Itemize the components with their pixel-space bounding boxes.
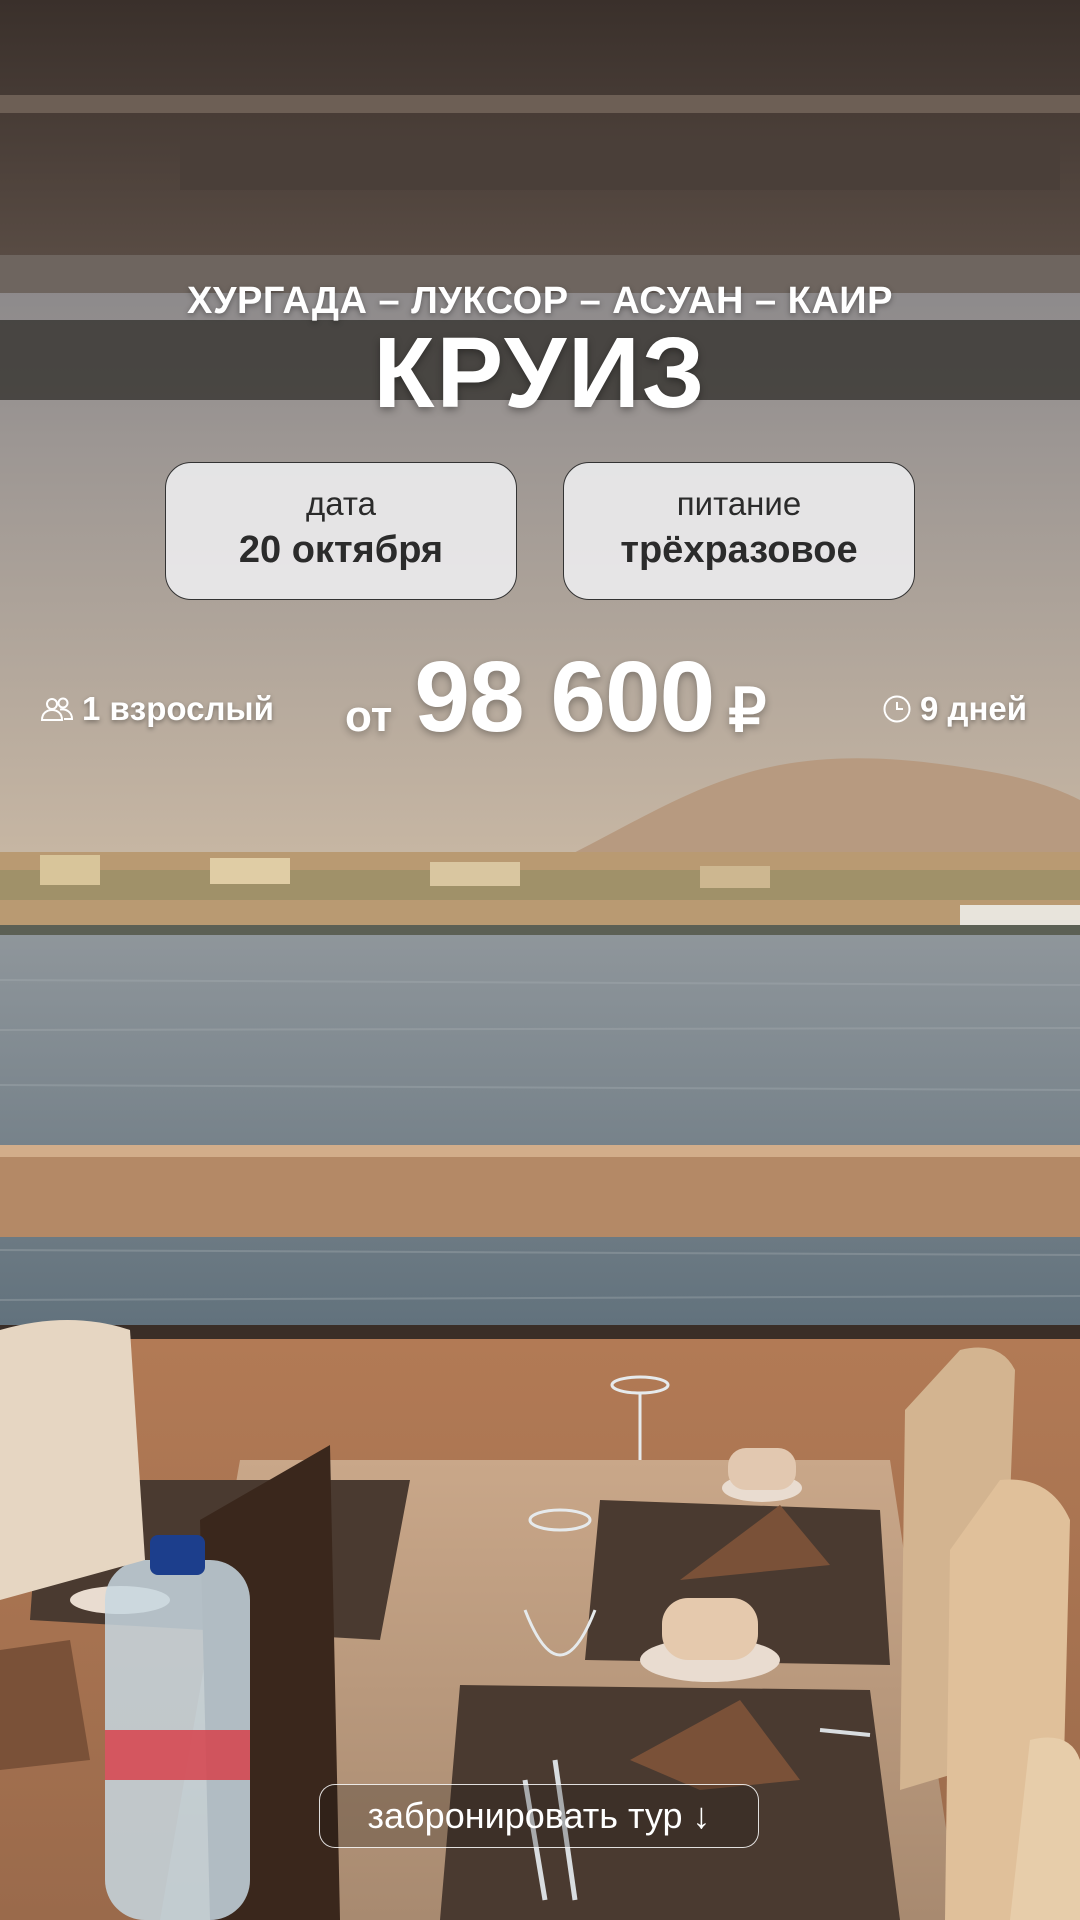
meals-card: питание трёхразовое xyxy=(563,462,915,600)
date-card: дата 20 октября xyxy=(165,462,517,600)
clock-icon xyxy=(882,694,912,724)
meals-value: трёхразовое xyxy=(620,529,858,571)
meals-label: питание xyxy=(676,485,802,522)
date-label: дата xyxy=(306,485,376,522)
book-tour-label: забронировать тур xyxy=(367,1795,683,1836)
duration-info: 9 дней xyxy=(882,690,1027,728)
currency-symbol: ₽ xyxy=(728,677,767,744)
arrow-down-icon: ↓ xyxy=(692,1795,711,1836)
date-value: 20 октября xyxy=(238,529,444,571)
book-tour-button[interactable]: забронировать тур ↓ xyxy=(319,1784,759,1848)
price-amount: 98 600 xyxy=(414,641,715,753)
page-title: КРУИЗ xyxy=(373,317,707,429)
duration-text: 9 дней xyxy=(920,690,1028,727)
adults-text: 1 взрослый xyxy=(82,690,274,727)
people-icon xyxy=(40,695,74,723)
price-prefix: от xyxy=(345,692,393,741)
adults-info: 1 взрослый xyxy=(40,690,274,728)
price: от 98 600 ₽ xyxy=(345,640,766,755)
